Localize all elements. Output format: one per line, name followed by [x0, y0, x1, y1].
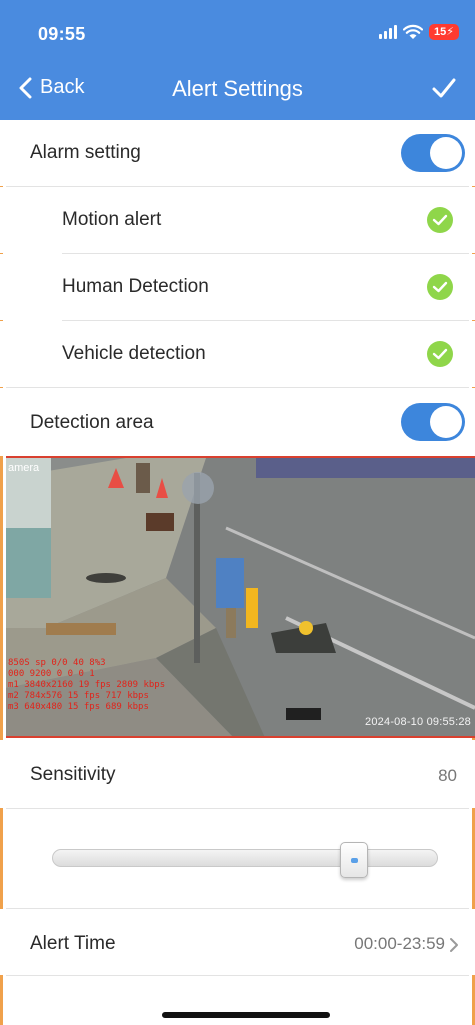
- camera-overlay-text: 850S sp 0/0 40 8%3 000 9200 0 0 0 1 m1 3…: [8, 658, 165, 713]
- camera-preview[interactable]: amera 850S sp 0/0 40 8%3 000 9200 0 0 0 …: [6, 456, 475, 738]
- sensitivity-value: 80: [438, 766, 457, 785]
- sensitivity-slider-thumb[interactable]: [340, 842, 368, 878]
- divider: [6, 975, 469, 976]
- page-title: Alert Settings: [172, 76, 303, 101]
- camera-overlay-line: 000 9200 0 0 0 1: [8, 669, 95, 679]
- check-circle-icon[interactable]: [427, 341, 453, 367]
- alarm-setting-toggle[interactable]: [401, 134, 465, 172]
- status-time: 09:55: [38, 24, 86, 44]
- sensitivity-label: Sensitivity: [30, 764, 116, 785]
- alarm-setting-row: Alarm setting: [0, 120, 475, 186]
- divider: [6, 808, 469, 809]
- alert-time-label: Alert Time: [30, 933, 116, 954]
- header: 09:55 15⚡ Back Alert Settings: [0, 0, 475, 120]
- check-circle-icon[interactable]: [427, 207, 453, 233]
- signal-icon: [379, 25, 398, 39]
- motion-alert-label: Motion alert: [62, 209, 162, 230]
- alert-time-value: 00:00-23:59: [354, 934, 445, 953]
- nav-bar: Back Alert Settings: [0, 64, 475, 114]
- motion-alert-row[interactable]: Motion alert: [0, 187, 475, 253]
- camera-overlay-line: m1 3840x2160 19 fps 2809 kbps: [8, 680, 166, 690]
- human-detection-row[interactable]: Human Detection: [0, 254, 475, 320]
- human-detection-label: Human Detection: [62, 276, 209, 297]
- alarm-setting-label: Alarm setting: [30, 142, 141, 163]
- camera-overlay-line: m2 784x576 15 fps 717 kbps: [8, 691, 149, 701]
- battery-level: 15: [434, 26, 447, 38]
- check-circle-icon[interactable]: [427, 274, 453, 300]
- detection-area-label: Detection area: [30, 412, 154, 433]
- status-icons: 15⚡: [379, 24, 459, 40]
- detection-area-row: Detection area: [0, 388, 475, 456]
- sensitivity-row: Sensitivity 80: [0, 740, 475, 808]
- vehicle-detection-label: Vehicle detection: [62, 343, 206, 364]
- camera-label: amera: [8, 462, 40, 474]
- detection-area-toggle[interactable]: [401, 403, 465, 441]
- alert-time-row[interactable]: Alert Time 00:00-23:59: [0, 909, 475, 975]
- checkmark-icon[interactable]: [431, 76, 457, 100]
- battery-icon: 15⚡: [429, 24, 459, 40]
- camera-timestamp: 2024-08-10 09:55:28: [365, 716, 471, 728]
- chevron-right-icon: [450, 938, 458, 952]
- wifi-icon: [403, 24, 424, 39]
- home-indicator[interactable]: [162, 1012, 330, 1018]
- vehicle-detection-row[interactable]: Vehicle detection: [0, 321, 475, 387]
- sensitivity-slider-track[interactable]: [52, 849, 438, 867]
- camera-overlay-line: m3 640x480 15 fps 689 kbps: [8, 702, 149, 712]
- camera-overlay-line: 850S sp 0/0 40 8%3: [8, 658, 106, 668]
